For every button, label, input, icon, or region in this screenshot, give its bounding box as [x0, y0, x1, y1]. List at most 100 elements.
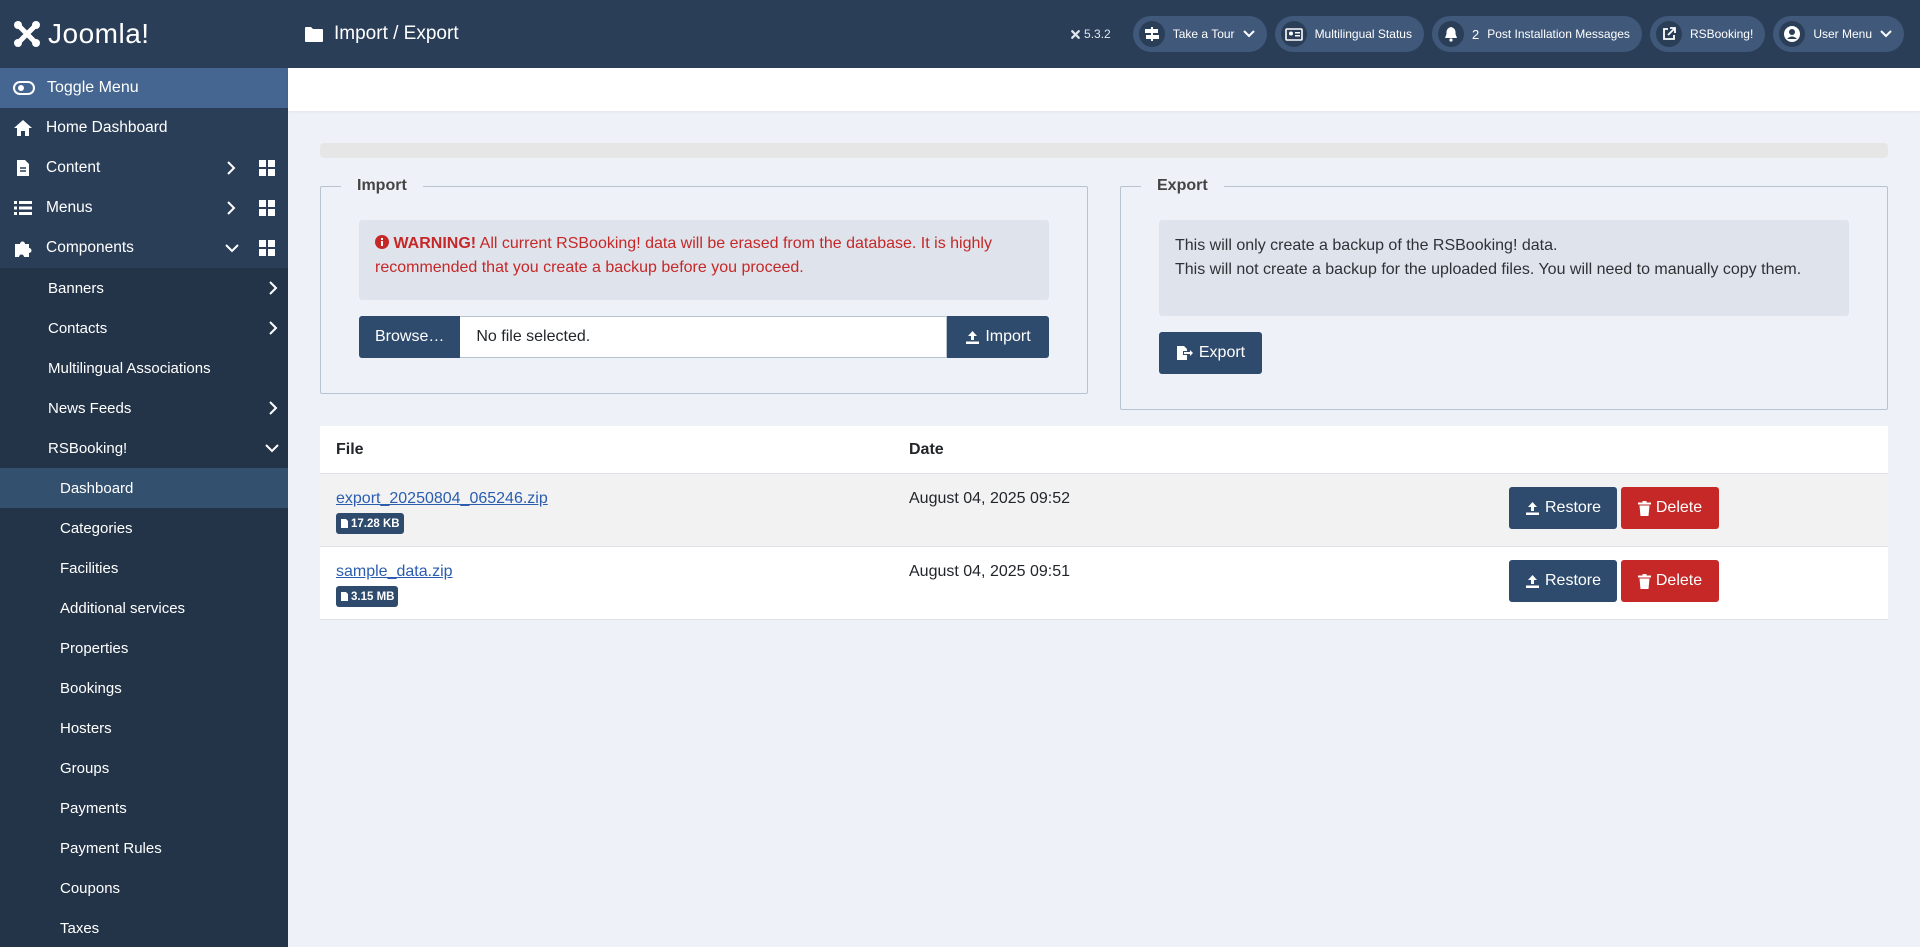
file-link[interactable]: export_20250804_065246.zip: [336, 490, 548, 508]
sidebar-item-label: Multilingual Associations: [48, 359, 211, 377]
signpost-icon: [1138, 21, 1165, 47]
file-size: 17.28 KB: [351, 517, 400, 530]
delete-label: Delete: [1655, 572, 1703, 589]
progress-bar: [320, 143, 1888, 158]
column-header-date: Date: [909, 440, 944, 458]
export-button[interactable]: Export: [1159, 332, 1262, 374]
sidebar-item-label: Components: [46, 239, 134, 256]
sidebar-item-multilingual-associations[interactable]: Multilingual Associations: [0, 348, 288, 388]
delete-label: Delete: [1655, 499, 1703, 516]
brand-logo[interactable]: Joomla!: [0, 0, 288, 68]
chevron-right-icon[interactable]: [268, 320, 278, 336]
sidebar-item-label: Banners: [48, 279, 104, 297]
sidebar-item-payment-rules[interactable]: Payment Rules: [0, 828, 288, 868]
file-link[interactable]: sample_data.zip: [336, 563, 453, 581]
sidebar-item-news-feeds[interactable]: News Feeds: [0, 388, 288, 428]
toggle-menu-button[interactable]: Toggle Menu: [0, 68, 288, 108]
multilingual-status-button[interactable]: Multilingual Status: [1274, 16, 1424, 52]
post-installation-count: 2: [1471, 26, 1480, 42]
restore-button[interactable]: Restore: [1509, 487, 1617, 529]
page-title: Import / Export: [304, 23, 459, 45]
user-menu-label: User Menu: [1813, 27, 1872, 41]
backups-table: File Date export_20250804_065246.zip 17.…: [320, 426, 1888, 620]
sidebar-item-label: Additional services: [60, 599, 186, 617]
chevron-right-icon[interactable]: [268, 280, 278, 296]
restore-button[interactable]: Restore: [1509, 560, 1617, 602]
file-upload-group: Browse… No file selected. Import: [359, 316, 1049, 358]
sidebar-item-categories[interactable]: Categories: [0, 508, 288, 548]
list-icon: [12, 197, 34, 219]
folder-icon: [305, 26, 323, 42]
delete-button[interactable]: Delete: [1621, 487, 1719, 529]
chevron-down-icon[interactable]: [264, 443, 280, 453]
export-info-alert: This will only create a backup of the RS…: [1159, 220, 1849, 316]
sidebar-item-label: Dashboard: [60, 479, 134, 497]
info-icon: [375, 235, 389, 249]
import-legend: Import: [357, 177, 407, 194]
upload-icon: [1525, 501, 1539, 515]
sidebar-item-groups[interactable]: Groups: [0, 748, 288, 788]
sidebar-item-content[interactable]: Content: [0, 148, 288, 188]
sidebar-item-bookings[interactable]: Bookings: [0, 668, 288, 708]
puzzle-icon: [12, 237, 34, 259]
sidebar-item-banners[interactable]: Banners: [0, 268, 288, 308]
post-installation-label: Post Installation Messages: [1487, 27, 1630, 41]
toggle-icon: [13, 81, 35, 95]
sidebar-item-dashboard[interactable]: Dashboard: [0, 468, 288, 508]
grid-icon[interactable]: [258, 239, 276, 257]
sidebar-item-label: Contacts: [48, 319, 108, 337]
sidebar-item-menus[interactable]: Menus: [0, 188, 288, 228]
sidebar-item-payments[interactable]: Payments: [0, 788, 288, 828]
sidebar-item-taxes[interactable]: Taxes: [0, 908, 288, 947]
chevron-right-icon[interactable]: [226, 200, 236, 216]
sidebar-item-label: News Feeds: [48, 399, 132, 417]
restore-label: Restore: [1544, 572, 1602, 589]
sidebar-item-additional-services[interactable]: Additional services: [0, 588, 288, 628]
chevron-right-icon[interactable]: [268, 400, 278, 416]
post-installation-messages-button[interactable]: 2 Post Installation Messages: [1431, 16, 1642, 52]
sidebar-item-facilities[interactable]: Facilities: [0, 548, 288, 588]
import-button-label: Import: [985, 328, 1031, 345]
column-header-file: File: [336, 440, 364, 458]
take-a-tour-button[interactable]: Take a Tour: [1132, 16, 1267, 52]
file-input[interactable]: No file selected.: [460, 316, 947, 358]
sidebar-item-contacts[interactable]: Contacts: [0, 308, 288, 348]
grid-icon[interactable]: [258, 199, 276, 217]
toolbar: [288, 68, 1920, 111]
import-warning-alert: WARNING! All current RSBooking! data wil…: [359, 220, 1049, 300]
joomla-logo-icon: [14, 21, 40, 47]
export-info-line-1: This will only create a backup of the RS…: [1175, 237, 1558, 254]
file-size-badge: 3.15 MB: [336, 586, 399, 607]
chevron-down-icon: [1880, 30, 1892, 38]
trash-icon: [1637, 573, 1651, 589]
top-header: Import / Export 5.3.2 Take a Tour Multil…: [288, 0, 1920, 68]
sidebar-item-coupons[interactable]: Coupons: [0, 868, 288, 908]
chevron-right-icon[interactable]: [226, 160, 236, 176]
sidebar-item-properties[interactable]: Properties: [0, 628, 288, 668]
sidebar-item-hosters[interactable]: Hosters: [0, 708, 288, 748]
sidebar-item-label: Payments: [60, 799, 127, 817]
sidebar-item-components[interactable]: Components: [0, 228, 288, 268]
sidebar-item-label: Properties: [60, 639, 129, 657]
sidebar-item-label: Hosters: [60, 719, 112, 737]
user-menu-button[interactable]: User Menu: [1773, 16, 1904, 52]
rsbooking-site-button[interactable]: RSBooking!: [1649, 16, 1766, 52]
grid-icon[interactable]: [258, 159, 276, 177]
sidebar-item-home-dashboard[interactable]: Home Dashboard: [0, 108, 288, 148]
delete-button[interactable]: Delete: [1621, 560, 1719, 602]
chevron-down-icon[interactable]: [224, 243, 240, 253]
version-text: 5.3.2: [1084, 27, 1111, 41]
file-date: August 04, 2025 09:52: [909, 490, 1071, 507]
sidebar-item-label: Home Dashboard: [46, 119, 168, 136]
import-button[interactable]: Import: [947, 316, 1049, 358]
export-button-label: Export: [1198, 344, 1246, 361]
sidebar-item-label: Content: [46, 159, 101, 176]
chevron-down-icon: [1242, 30, 1255, 38]
browse-button[interactable]: Browse…: [359, 316, 461, 358]
file-icon: [12, 157, 34, 179]
file-date: August 04, 2025 09:51: [909, 563, 1071, 580]
take-a-tour-label: Take a Tour: [1172, 27, 1235, 41]
table-row: export_20250804_065246.zip 17.28 KB Augu…: [320, 474, 1888, 547]
external-link-icon: [1655, 21, 1682, 47]
sidebar-item-rsbooking[interactable]: RSBooking!: [0, 428, 288, 468]
